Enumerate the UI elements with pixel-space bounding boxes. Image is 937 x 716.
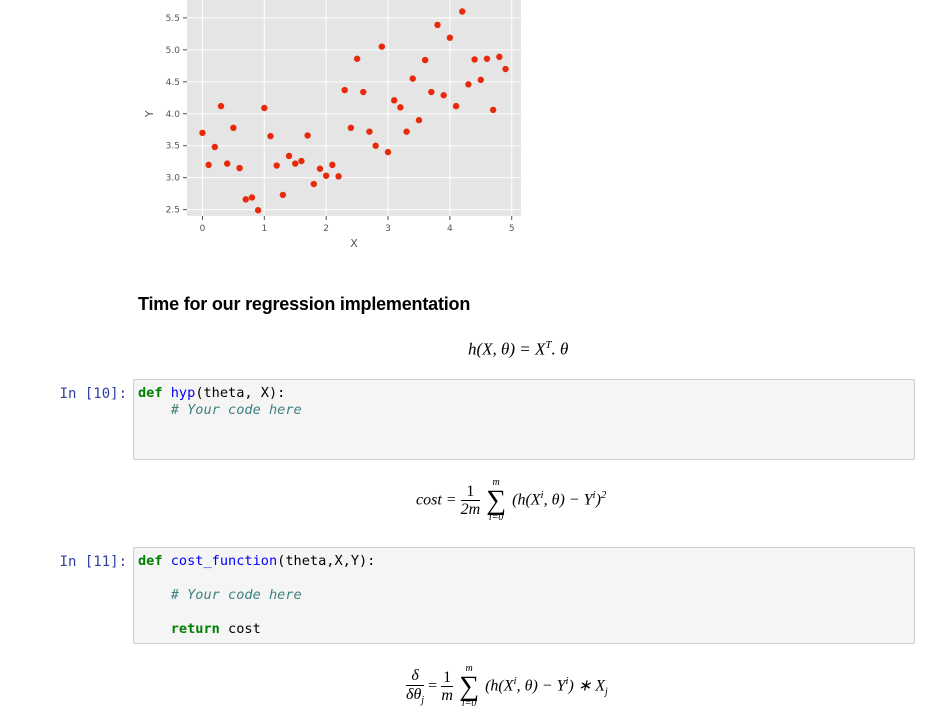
data-point	[471, 56, 478, 63]
plot-area	[187, 0, 521, 216]
code-editor[interactable]: def hyp(theta, X): # Your code here	[134, 380, 914, 424]
code-editor[interactable]: def cost_function(theta,X,Y): # Your cod…	[134, 548, 914, 643]
x-tick-label: 2	[323, 224, 329, 234]
data-point	[261, 104, 268, 112]
data-point	[205, 161, 212, 169]
x-axis-label: X	[350, 237, 358, 250]
data-point	[415, 116, 423, 124]
data-point	[273, 162, 280, 169]
data-point	[329, 161, 336, 169]
data-point	[298, 157, 305, 165]
data-point	[360, 88, 367, 96]
y-tick-label: 5.0	[166, 46, 181, 56]
data-point	[496, 53, 503, 61]
y-tick-label: 2.5	[166, 206, 180, 216]
y-tick-label: 3.0	[166, 174, 181, 184]
data-point	[217, 102, 225, 110]
data-point	[465, 81, 472, 88]
y-tick-label: 3.5	[166, 142, 180, 152]
data-point	[316, 165, 324, 172]
hypothesis-equation: h(X, θ) = XT. θ	[468, 339, 569, 359]
data-point	[440, 92, 447, 99]
y-tick-label: 4.0	[166, 110, 181, 120]
data-point	[236, 164, 243, 172]
data-point	[384, 148, 392, 156]
data-point	[279, 191, 287, 199]
data-point	[459, 8, 466, 15]
cell-prompt: In [10]:	[59, 386, 127, 402]
data-point	[489, 106, 497, 114]
data-point	[310, 180, 317, 188]
data-point	[397, 104, 404, 111]
data-point	[391, 97, 398, 104]
data-point	[452, 102, 460, 110]
data-point	[353, 55, 361, 62]
y-tick-label: 4.5	[166, 78, 180, 88]
cell-prompt: In [11]:	[59, 554, 127, 570]
data-point	[477, 76, 484, 84]
x-tick-label: 5	[509, 224, 515, 234]
scatter-plot: 0 1 2 3 4 5 2.5 3.0 3.5 4.0 4.5 5.0 5.5 X Y	[140, 0, 530, 255]
data-point	[335, 173, 342, 180]
data-point	[292, 160, 299, 167]
data-point	[341, 86, 348, 94]
data-point	[322, 172, 330, 179]
data-point	[304, 132, 311, 139]
data-point	[230, 124, 237, 132]
data-point	[403, 128, 410, 135]
x-tick-label: 3	[385, 224, 391, 234]
x-tick-label: 0	[200, 224, 206, 234]
x-tick-label: 4	[447, 224, 453, 234]
data-point	[267, 132, 274, 140]
data-point	[199, 129, 206, 137]
data-point	[428, 88, 435, 96]
y-tick-label: 5.5	[166, 14, 180, 24]
markdown-heading: Time for our regression implementation	[138, 294, 471, 314]
data-point	[421, 56, 429, 64]
data-point	[242, 196, 249, 203]
x-tick-label: 1	[261, 224, 267, 234]
data-point	[366, 128, 373, 135]
data-point	[224, 160, 231, 167]
data-point	[248, 194, 256, 201]
cost-equation: cost = 1 2m m ∑ i=0 (h(Xi, θ) − Yi)2	[416, 477, 607, 524]
data-point	[254, 207, 262, 214]
data-point	[483, 55, 491, 62]
data-point	[211, 143, 219, 151]
data-point	[409, 75, 416, 82]
data-point	[372, 142, 379, 149]
data-point	[285, 152, 293, 160]
gradient-equation: δ δθj = 1m m ∑ i=0 (h(Xi, θ) − Yi) ∗ Xj	[406, 663, 608, 710]
data-point	[502, 65, 509, 73]
data-point	[446, 34, 454, 41]
data-point	[378, 43, 386, 50]
data-point	[347, 124, 355, 132]
y-axis-label: Y	[143, 110, 156, 118]
code-cell[interactable]: def hyp(theta, X): # Your code here	[133, 379, 915, 460]
scatter-plot-svg: 0 1 2 3 4 5 2.5 3.0 3.5 4.0 4.5 5.0 5.5 X Y	[143, 0, 521, 250]
code-cell[interactable]: def cost_function(theta,X,Y): # Your cod…	[133, 547, 915, 644]
data-point	[434, 21, 441, 29]
